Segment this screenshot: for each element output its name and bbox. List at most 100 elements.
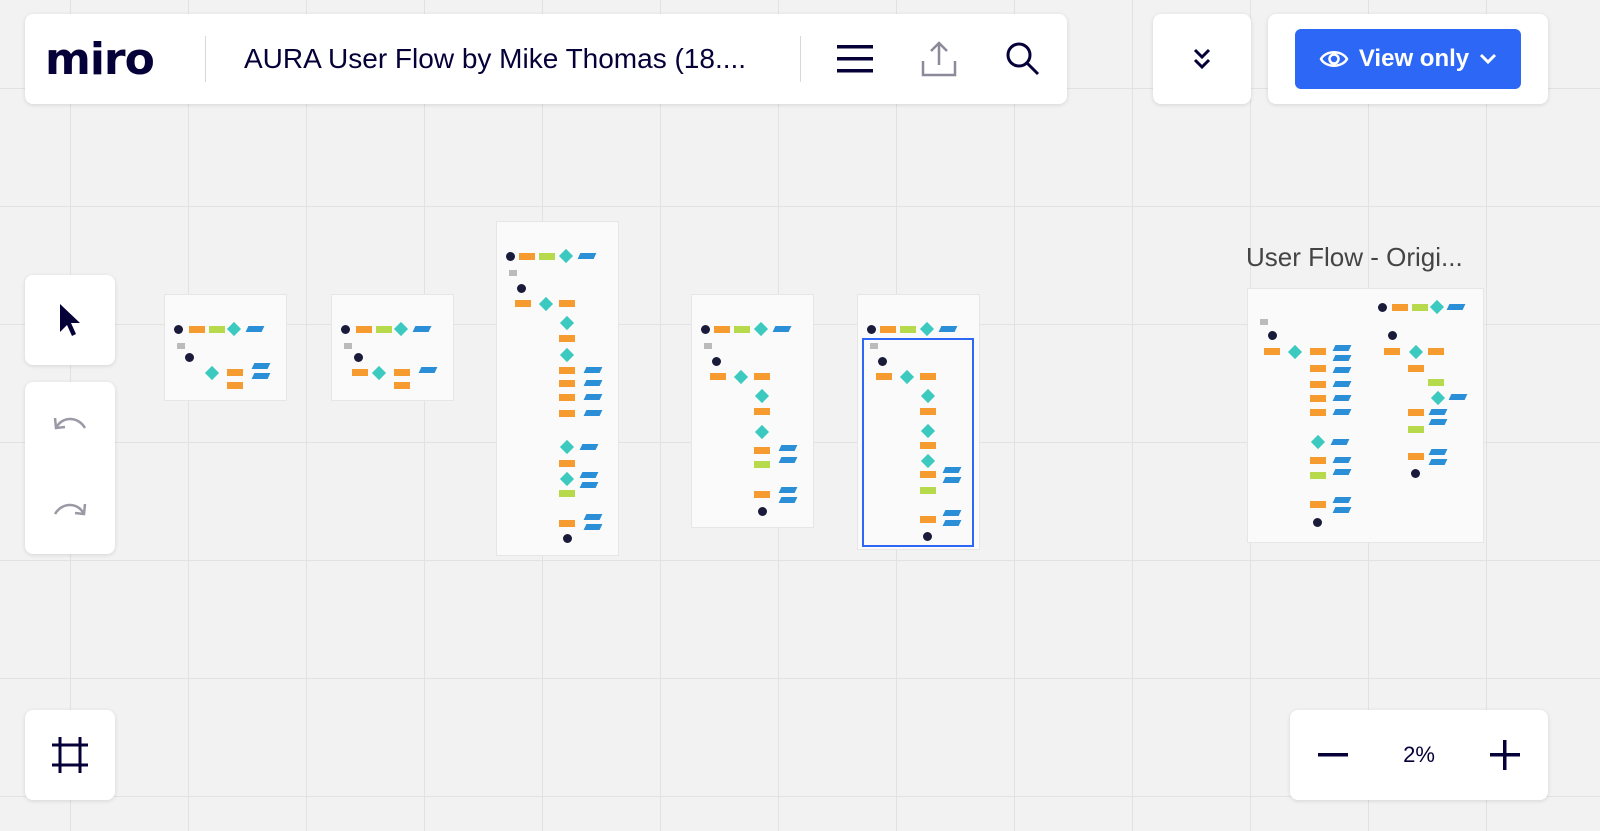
flow-node: [583, 394, 603, 400]
flow-node: [579, 444, 599, 450]
flow-node: [1332, 457, 1352, 463]
flow-node: [1330, 439, 1350, 445]
flow-node: [412, 326, 432, 332]
flow-node: [733, 369, 749, 385]
section-label[interactable]: User Flow - Origi...: [1246, 242, 1463, 273]
flow-node: [559, 347, 575, 363]
flow-node: [245, 326, 265, 332]
flow-node: [1310, 395, 1326, 402]
flow-frame-3[interactable]: [496, 221, 619, 556]
cursor-icon[interactable]: [57, 302, 83, 338]
flow-node: [563, 534, 572, 543]
share-button[interactable]: [897, 29, 981, 89]
flow-node: [1430, 390, 1446, 406]
flow-node: [1408, 453, 1424, 460]
flow-node: [559, 520, 575, 527]
flow-node: [754, 373, 770, 380]
flow-frame-5[interactable]: [857, 294, 980, 550]
top-bar: miro AURA User Flow by Mike Thomas (18..…: [25, 14, 1067, 104]
flow-node: [754, 424, 770, 440]
flow-node: [778, 497, 798, 503]
flow-node: [1310, 348, 1326, 355]
original-flow-frame[interactable]: [1247, 288, 1484, 543]
flow-frame-4[interactable]: [691, 294, 814, 528]
flow-node: [754, 447, 770, 454]
undo-icon[interactable]: [52, 414, 88, 436]
view-only-label: View only: [1358, 45, 1470, 72]
flow-node: [189, 326, 205, 333]
flow-node: [1287, 344, 1303, 360]
flow-node: [251, 373, 271, 379]
flow-node: [559, 315, 575, 331]
flow-node: [754, 491, 770, 498]
flow-node: [880, 326, 896, 333]
flow-node: [1332, 367, 1352, 373]
divider: [800, 36, 801, 82]
board-title[interactable]: AURA User Flow by Mike Thomas (18....: [244, 43, 762, 75]
flow-node: [1388, 331, 1397, 340]
search-button[interactable]: [981, 29, 1065, 89]
flow-node: [1446, 304, 1466, 310]
search-icon: [1006, 42, 1040, 76]
history-panel: [25, 382, 115, 554]
flow-node: [376, 326, 392, 333]
flow-node: [227, 382, 243, 389]
flow-node: [712, 357, 721, 366]
minus-icon[interactable]: [1317, 752, 1348, 758]
flow-node: [418, 367, 438, 373]
flow-node: [1310, 457, 1326, 464]
redo-icon[interactable]: [52, 500, 88, 522]
flow-node: [519, 253, 535, 260]
miro-logo[interactable]: miro: [45, 34, 205, 85]
flow-node: [559, 471, 575, 487]
flow-frame-1[interactable]: [164, 294, 287, 401]
flow-node: [352, 369, 368, 376]
flow-node: [704, 343, 712, 349]
flow-node: [701, 325, 710, 334]
flow-node: [538, 296, 554, 312]
flow-node: [1310, 365, 1326, 372]
flow-node: [356, 326, 372, 333]
flow-node: [1412, 304, 1428, 311]
flow-node: [938, 326, 958, 332]
flow-node: [539, 253, 555, 260]
flow-node: [354, 353, 363, 362]
flow-node: [251, 363, 271, 369]
flow-node: [559, 300, 575, 307]
frames-button[interactable]: [25, 710, 115, 800]
flow-node: [583, 367, 603, 373]
flow-node: [517, 284, 526, 293]
flow-node: [1268, 331, 1277, 340]
flow-node: [506, 252, 515, 261]
flow-node: [1332, 469, 1352, 475]
flow-node: [559, 394, 575, 401]
flow-node: [778, 457, 798, 463]
chevron-down-icon: [1480, 53, 1497, 65]
flow-node: [583, 410, 603, 416]
expand-button[interactable]: [1153, 14, 1251, 104]
flow-node: [1428, 419, 1448, 425]
eye-icon: [1319, 51, 1349, 67]
flow-node: [1260, 319, 1268, 325]
flow-node: [559, 335, 575, 342]
flow-node: [559, 490, 575, 497]
flow-node: [1448, 394, 1468, 400]
flow-node: [753, 321, 769, 337]
flow-node: [1428, 409, 1448, 415]
flow-node: [754, 461, 770, 468]
flow-node: [778, 487, 798, 493]
flow-node: [1264, 348, 1280, 355]
flow-node: [710, 373, 726, 380]
flow-node: [754, 388, 770, 404]
flow-node: [577, 253, 597, 259]
flow-frame-2[interactable]: [331, 294, 454, 401]
zoom-level[interactable]: 2%: [1403, 742, 1435, 768]
divider: [205, 36, 206, 82]
flow-node: [1332, 395, 1352, 401]
view-only-button[interactable]: View only: [1295, 29, 1521, 89]
flow-node: [515, 300, 531, 307]
flow-node: [583, 514, 603, 520]
flow-node: [209, 326, 225, 333]
plus-icon[interactable]: [1490, 740, 1521, 770]
menu-button[interactable]: [813, 29, 897, 89]
